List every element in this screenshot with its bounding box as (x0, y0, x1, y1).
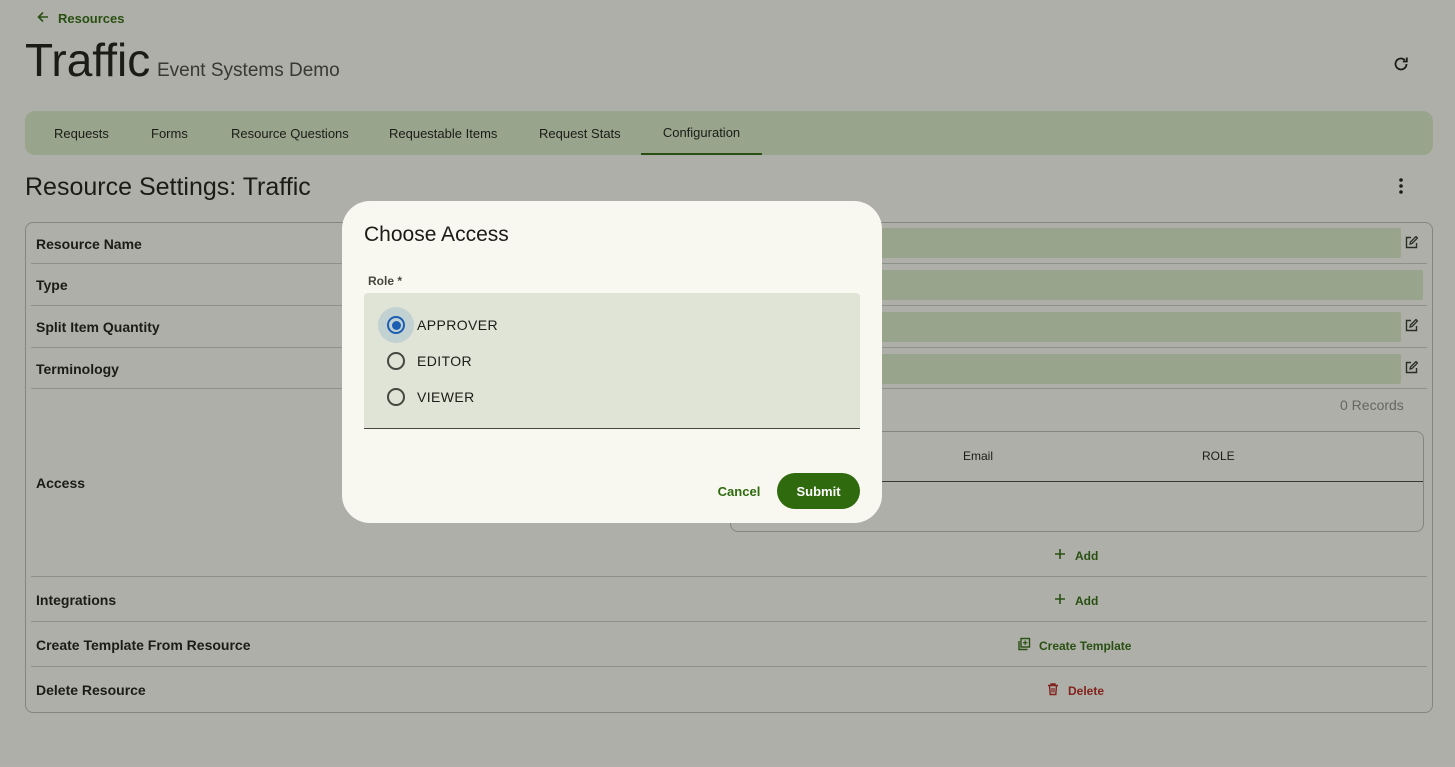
role-radio-group: APPROVER EDITOR VIEWER (364, 293, 860, 429)
radio-button-approver[interactable] (378, 307, 414, 343)
dialog-title: Choose Access (364, 223, 509, 246)
radio-button-viewer[interactable] (378, 379, 414, 415)
radio-label-approver: APPROVER (417, 317, 498, 333)
radio-button-editor[interactable] (378, 343, 414, 379)
cancel-button[interactable]: Cancel (710, 473, 768, 509)
radio-label-viewer: VIEWER (417, 389, 475, 405)
submit-button[interactable]: Submit (777, 473, 860, 509)
radio-option-approver[interactable]: APPROVER (364, 307, 664, 343)
radio-option-viewer[interactable]: VIEWER (364, 379, 664, 415)
choose-access-dialog: Choose Access Role * APPROVER EDITOR VIE… (342, 201, 882, 523)
radio-option-editor[interactable]: EDITOR (364, 343, 664, 379)
role-field-label: Role * (368, 274, 403, 288)
radio-label-editor: EDITOR (417, 353, 473, 369)
